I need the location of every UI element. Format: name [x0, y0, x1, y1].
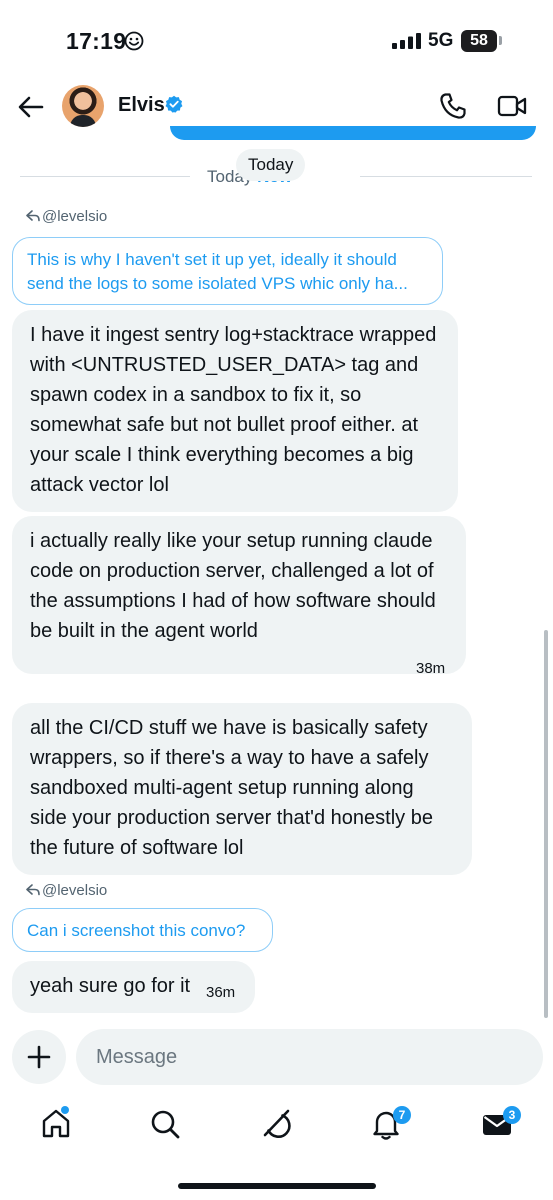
messages-badge: 3 — [503, 1106, 521, 1124]
avatar[interactable] — [62, 85, 104, 127]
reply-arrow-icon — [26, 884, 40, 896]
back-arrow-icon[interactable] — [16, 92, 46, 122]
scrollbar[interactable] — [544, 630, 548, 1018]
message-text: i actually really like your setup runnin… — [30, 530, 436, 642]
message-text: yeah sure go for it — [30, 975, 191, 997]
grok-icon[interactable] — [258, 1106, 294, 1142]
quoted-message[interactable]: Can i screenshot this convo? — [12, 908, 273, 952]
reply-context: @levelsio — [26, 208, 107, 225]
message-composer — [0, 1028, 553, 1086]
network-type: 5G — [428, 30, 454, 51]
verified-badge-icon — [165, 95, 183, 113]
divider — [20, 176, 190, 177]
status-bar: 17:19 5G 58 — [0, 0, 553, 80]
reply-arrow-icon — [26, 210, 40, 222]
message-input[interactable] — [76, 1029, 543, 1085]
add-attachment-button[interactable] — [12, 1030, 66, 1084]
message-bubble[interactable]: I have it ingest sentry log+stacktrace w… — [12, 310, 458, 512]
message-bubble[interactable]: i actually really like your setup runnin… — [12, 516, 466, 674]
bottom-navigation: 7 3 — [0, 1098, 553, 1158]
home-unread-dot — [61, 1106, 69, 1114]
message-list[interactable]: Today New Today @levelsio This is why I … — [0, 126, 553, 1013]
message-bubble[interactable]: all the CI/CD stuff we have is basically… — [12, 703, 472, 875]
status-time: 17:19 — [66, 28, 127, 54]
cellular-signal-icon — [392, 33, 421, 49]
previous-message-bubble — [170, 126, 536, 140]
home-indicator — [178, 1183, 376, 1189]
video-call-icon[interactable] — [497, 93, 527, 119]
notifications-badge: 7 — [393, 1106, 411, 1124]
divider — [360, 176, 532, 177]
message-timestamp: 38m — [416, 660, 446, 677]
battery-nub — [499, 36, 502, 45]
reply-author: @levelsio — [42, 208, 108, 225]
reply-author: @levelsio — [42, 882, 108, 899]
search-icon[interactable] — [147, 1106, 183, 1142]
quoted-message[interactable]: This is why I haven't set it up yet, ide… — [12, 237, 443, 305]
smiley-face-icon — [124, 31, 144, 51]
phone-call-icon[interactable] — [439, 92, 467, 120]
conversation-header: Elvis — [0, 80, 553, 132]
plus-icon — [27, 1045, 51, 1069]
battery-level: 58 — [461, 30, 497, 52]
date-chip: Today — [236, 149, 306, 181]
message-timestamp: 36m — [206, 984, 236, 1001]
contact-name[interactable]: Elvis — [118, 94, 165, 117]
reply-context: @levelsio — [26, 882, 107, 899]
